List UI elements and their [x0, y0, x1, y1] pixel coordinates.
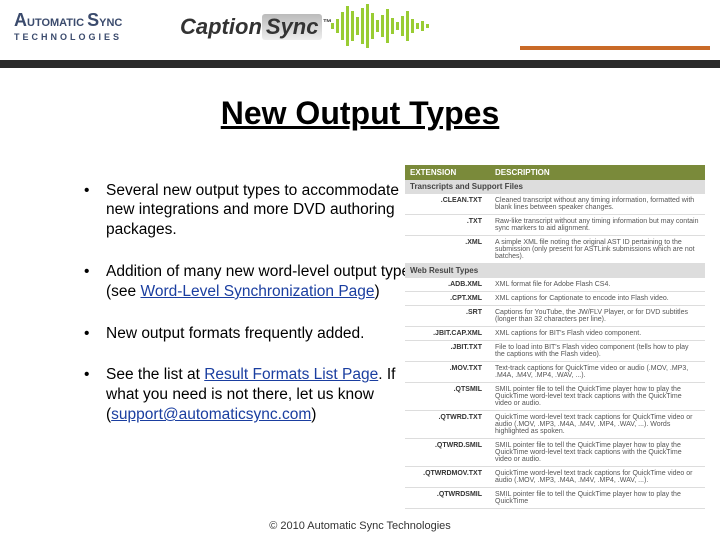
cell-desc: Captions for YouTube, the JW/FLV Player,… — [490, 306, 705, 327]
slide-title: New Output Types — [0, 95, 720, 132]
table-row: .JBIT.CAP.XMLXML captions for BIT's Flas… — [405, 327, 705, 341]
table-row: .QTWRDMOV.TXTQuickTime word-level text t… — [405, 467, 705, 488]
cell-ext: .QTWRDMOV.TXT — [405, 467, 490, 488]
table-row: .CPT.XMLXML captions for Captionate to e… — [405, 292, 705, 306]
section-label: Transcripts and Support Files — [405, 180, 705, 194]
logo-captionsync: CaptionSync™ — [180, 14, 331, 40]
cell-ext: .JBIT.CAP.XML — [405, 327, 490, 341]
bullet-2-text-b: ) — [375, 283, 380, 300]
cell-desc: XML captions for Captionate to encode in… — [490, 292, 705, 306]
bullet-2: Addition of many new word-level output t… — [84, 262, 424, 302]
waveform-graphic — [330, 4, 510, 52]
cell-desc: XML captions for BIT's Flash video compo… — [490, 327, 705, 341]
copyright-footer: © 2010 Automatic Sync Technologies — [0, 520, 720, 532]
table-section-web: Web Result Types — [405, 264, 705, 278]
cell-ext: .TXT — [405, 215, 490, 236]
cell-desc: SMIL pointer file to tell the QuickTime … — [490, 488, 705, 509]
cell-ext: .CPT.XML — [405, 292, 490, 306]
word-level-sync-link[interactable]: Word-Level Synchronization Page — [140, 283, 374, 300]
table-row: .TXTRaw-like transcript without any timi… — [405, 215, 705, 236]
cell-ext: .MOV.TXT — [405, 362, 490, 383]
cell-ext: .JBIT.TXT — [405, 341, 490, 362]
cell-desc: SMIL pointer file to tell the QuickTime … — [490, 439, 705, 467]
table-row: .MOV.TXTText-track captions for QuickTim… — [405, 362, 705, 383]
cell-desc: Text-track captions for QuickTime video … — [490, 362, 705, 383]
logo-caption-text: Caption — [180, 14, 262, 39]
cell-desc: XML format file for Adobe Flash CS4. — [490, 278, 705, 292]
bullet-4-text-a: See the list at — [106, 366, 204, 383]
cell-desc: Cleaned transcript without any timing in… — [490, 194, 705, 215]
cell-ext: .QTWRDSMIL — [405, 488, 490, 509]
formats-table: EXTENSION DESCRIPTION Transcripts and Su… — [405, 165, 705, 509]
header: AUTOMATIC SYNC TECHNOLOGIES CaptionSync™ — [0, 0, 720, 68]
table-row: .SRTCaptions for YouTube, the JW/FLV Pla… — [405, 306, 705, 327]
cell-ext: .XML — [405, 236, 490, 264]
header-accent-bar — [520, 46, 710, 50]
logo-letter-s: S — [87, 10, 99, 30]
slide: AUTOMATIC SYNC TECHNOLOGIES CaptionSync™… — [0, 0, 720, 540]
table-row: .XMLA simple XML file noting the origina… — [405, 236, 705, 264]
cell-ext: .QTSMIL — [405, 383, 490, 411]
cell-desc: Raw-like transcript without any timing i… — [490, 215, 705, 236]
logo-word-sync: YNC — [99, 17, 122, 29]
bullet-4: See the list at Result Formats List Page… — [84, 365, 424, 424]
cell-ext: .ADB.XML — [405, 278, 490, 292]
table-row: .ADB.XMLXML format file for Adobe Flash … — [405, 278, 705, 292]
table-header-row: EXTENSION DESCRIPTION — [405, 165, 705, 180]
logo-sync-text: Sync — [262, 14, 323, 40]
cell-ext: .SRT — [405, 306, 490, 327]
cell-ext: .CLEAN.TXT — [405, 194, 490, 215]
bullet-1: Several new output types to accommodate … — [84, 181, 424, 240]
cell-desc: SMIL pointer file to tell the QuickTime … — [490, 383, 705, 411]
result-formats-link[interactable]: Result Formats List Page — [204, 366, 378, 383]
table-row: .QTSMILSMIL pointer file to tell the Qui… — [405, 383, 705, 411]
logo-word-automatic: UTOMATIC — [27, 17, 84, 29]
table-row: .QTWRD.SMILSMIL pointer file to tell the… — [405, 439, 705, 467]
bullet-list: Several new output types to accommodate … — [44, 181, 424, 447]
cell-ext: .QTWRD.SMIL — [405, 439, 490, 467]
logo-letter-a: A — [14, 10, 27, 30]
bullet-4-text-c: ) — [311, 406, 316, 423]
section-label: Web Result Types — [405, 264, 705, 278]
col-description: DESCRIPTION — [490, 165, 705, 180]
cell-desc: QuickTime word-level text track captions… — [490, 467, 705, 488]
logo-automatic-sync: AUTOMATIC SYNC TECHNOLOGIES — [14, 10, 122, 43]
support-email-link[interactable]: support@automaticsync.com — [111, 406, 311, 423]
bullet-1-text: Several new output types to accommodate … — [106, 182, 399, 239]
cell-ext: .QTWRD.TXT — [405, 411, 490, 439]
cell-desc: QuickTime word-level text track captions… — [490, 411, 705, 439]
table-row: .QTWRD.TXTQuickTime word-level text trac… — [405, 411, 705, 439]
bullet-3: New output formats frequently added. — [84, 324, 424, 344]
cell-desc: A simple XML file noting the original AS… — [490, 236, 705, 264]
logo-word-technologies: TECHNOLOGIES — [14, 32, 122, 42]
table-row: .JBIT.TXTFile to load into BIT's Flash v… — [405, 341, 705, 362]
table-section-transcripts: Transcripts and Support Files — [405, 180, 705, 194]
table-row: .QTWRDSMILSMIL pointer file to tell the … — [405, 488, 705, 509]
cell-desc: File to load into BIT's Flash video comp… — [490, 341, 705, 362]
col-extension: EXTENSION — [405, 165, 490, 180]
table-row: .CLEAN.TXTCleaned transcript without any… — [405, 194, 705, 215]
bullet-3-text: New output formats frequently added. — [106, 325, 364, 342]
